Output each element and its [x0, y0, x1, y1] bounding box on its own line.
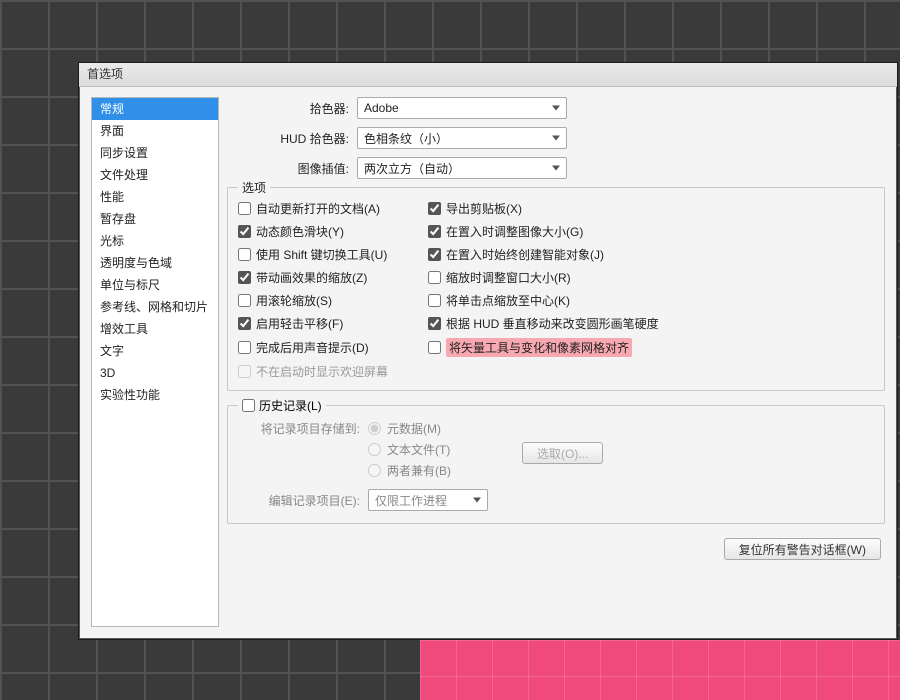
sidebar-item[interactable]: 参考线、网格和切片 — [92, 296, 218, 318]
radio-label: 两者兼有(B) — [387, 462, 451, 479]
hud-picker-value: 色相条纹（小） — [364, 130, 448, 147]
sidebar-item[interactable]: 光标 — [92, 230, 218, 252]
option-label: 自动更新打开的文档(A) — [256, 200, 380, 217]
hud-picker-select[interactable]: 色相条纹（小） — [357, 127, 567, 149]
checkbox-input[interactable] — [238, 225, 251, 238]
checkbox-input[interactable] — [428, 341, 441, 354]
option-label: 使用 Shift 键切换工具(U) — [256, 246, 387, 263]
sidebar-item[interactable]: 常规 — [92, 98, 218, 120]
option-label: 将单击点缩放至中心(K) — [446, 292, 570, 309]
option-checkbox[interactable]: 完成后用声音提示(D) — [238, 338, 418, 357]
radio-input[interactable] — [368, 443, 381, 456]
option-label: 带动画效果的缩放(Z) — [256, 269, 367, 286]
history-edit-select[interactable]: 仅限工作进程 — [368, 489, 488, 511]
option-label: 导出剪贴板(X) — [446, 200, 522, 217]
option-label: 缩放时调整窗口大小(R) — [446, 269, 571, 286]
radio-label: 文本文件(T) — [387, 441, 450, 458]
checkbox-input[interactable] — [428, 225, 441, 238]
hud-picker-label: HUD 拾色器: — [227, 130, 357, 147]
interp-select[interactable]: 两次立方（自动） — [357, 157, 567, 179]
option-label: 在置入时始终创建智能对象(J) — [446, 246, 604, 263]
history-radio[interactable]: 两者兼有(B) — [368, 462, 508, 479]
option-checkbox[interactable]: 用滚轮缩放(S) — [238, 292, 418, 309]
option-checkbox[interactable]: 缩放时调整窗口大小(R) — [428, 269, 874, 286]
option-label: 完成后用声音提示(D) — [256, 339, 369, 356]
checkbox-input[interactable] — [428, 294, 441, 307]
history-legend-text: 历史记录(L) — [259, 397, 322, 414]
checkbox-input[interactable] — [238, 271, 251, 284]
radio-label: 元数据(M) — [387, 420, 441, 437]
option-label: 在置入时调整图像大小(G) — [446, 223, 583, 240]
history-legend: 历史记录(L) — [238, 397, 326, 414]
sidebar-item[interactable]: 单位与标尺 — [92, 274, 218, 296]
history-fieldset: 历史记录(L) 将记录项目存储到: 元数据(M)文本文件(T)两者兼有(B) 选… — [227, 405, 885, 524]
option-label: 用滚轮缩放(S) — [256, 292, 332, 309]
checkbox-input[interactable] — [428, 202, 441, 215]
option-label: 根据 HUD 垂直移动来改变圆形画笔硬度 — [446, 315, 659, 332]
checkbox-input[interactable] — [238, 294, 251, 307]
color-picker-label: 拾色器: — [227, 100, 357, 117]
sidebar-item[interactable]: 性能 — [92, 186, 218, 208]
history-edit-label: 编辑记录项目(E): — [238, 492, 368, 509]
option-label: 将矢量工具与变化和像素网格对齐 — [446, 338, 632, 357]
history-select-button[interactable]: 选取(O)... — [522, 442, 603, 464]
checkbox-input[interactable] — [428, 317, 441, 330]
sidebar-item[interactable]: 文件处理 — [92, 164, 218, 186]
option-checkbox[interactable]: 动态颜色滑块(Y) — [238, 223, 418, 240]
checkbox-input[interactable] — [238, 248, 251, 261]
color-picker-select[interactable]: Adobe — [357, 97, 567, 119]
checkbox-input[interactable] — [428, 248, 441, 261]
sidebar-item[interactable]: 增效工具 — [92, 318, 218, 340]
sidebar-item[interactable]: 3D — [92, 362, 218, 384]
sidebar-item[interactable]: 同步设置 — [92, 142, 218, 164]
canvas-pink-strip — [420, 640, 900, 700]
history-radio[interactable]: 文本文件(T) — [368, 441, 508, 458]
option-checkbox[interactable]: 将矢量工具与变化和像素网格对齐 — [428, 338, 874, 357]
checkbox-input — [238, 365, 251, 378]
option-checkbox[interactable]: 在置入时始终创建智能对象(J) — [428, 246, 874, 263]
history-radio[interactable]: 元数据(M) — [368, 420, 508, 437]
option-checkbox[interactable]: 在置入时调整图像大小(G) — [428, 223, 874, 240]
option-checkbox: 不在启动时显示欢迎屏幕 — [238, 363, 418, 380]
interp-label: 图像插值: — [227, 160, 357, 177]
preferences-dialog: 首选项 常规界面同步设置文件处理性能暂存盘光标透明度与色域单位与标尺参考线、网格… — [78, 62, 898, 640]
option-label: 不在启动时显示欢迎屏幕 — [256, 363, 388, 380]
sidebar-item[interactable]: 界面 — [92, 120, 218, 142]
option-checkbox[interactable]: 自动更新打开的文档(A) — [238, 200, 418, 217]
checkbox-input[interactable] — [238, 317, 251, 330]
options-legend: 选项 — [238, 179, 270, 196]
history-enable-checkbox[interactable] — [242, 399, 255, 412]
dialog-titlebar: 首选项 — [79, 63, 897, 87]
checkbox-input[interactable] — [238, 202, 251, 215]
options-fieldset: 选项 自动更新打开的文档(A)导出剪贴板(X)动态颜色滑块(Y)在置入时调整图像… — [227, 187, 885, 391]
radio-input[interactable] — [368, 464, 381, 477]
option-label: 动态颜色滑块(Y) — [256, 223, 344, 240]
sidebar-item[interactable]: 暂存盘 — [92, 208, 218, 230]
checkbox-input[interactable] — [428, 271, 441, 284]
option-checkbox[interactable]: 带动画效果的缩放(Z) — [238, 269, 418, 286]
option-checkbox[interactable]: 使用 Shift 键切换工具(U) — [238, 246, 418, 263]
reset-warnings-button[interactable]: 复位所有警告对话框(W) — [724, 538, 881, 560]
sidebar-item[interactable]: 文字 — [92, 340, 218, 362]
dialog-title: 首选项 — [87, 67, 123, 81]
sidebar-item[interactable]: 透明度与色域 — [92, 252, 218, 274]
radio-input[interactable] — [368, 422, 381, 435]
history-save-label: 将记录项目存储到: — [238, 420, 368, 437]
preferences-sidebar: 常规界面同步设置文件处理性能暂存盘光标透明度与色域单位与标尺参考线、网格和切片增… — [91, 97, 219, 627]
option-label: 启用轻击平移(F) — [256, 315, 343, 332]
preferences-main: 拾色器: Adobe HUD 拾色器: 色相条纹（小） 图像插值: 两次立方（自… — [227, 97, 885, 627]
option-checkbox[interactable]: 根据 HUD 垂直移动来改变圆形画笔硬度 — [428, 315, 874, 332]
interp-value: 两次立方（自动） — [364, 160, 460, 177]
checkbox-input[interactable] — [238, 341, 251, 354]
option-checkbox[interactable]: 将单击点缩放至中心(K) — [428, 292, 874, 309]
color-picker-value: Adobe — [364, 101, 399, 115]
option-checkbox[interactable]: 导出剪贴板(X) — [428, 200, 874, 217]
option-checkbox[interactable]: 启用轻击平移(F) — [238, 315, 418, 332]
sidebar-item[interactable]: 实验性功能 — [92, 384, 218, 406]
history-edit-value: 仅限工作进程 — [375, 492, 447, 509]
